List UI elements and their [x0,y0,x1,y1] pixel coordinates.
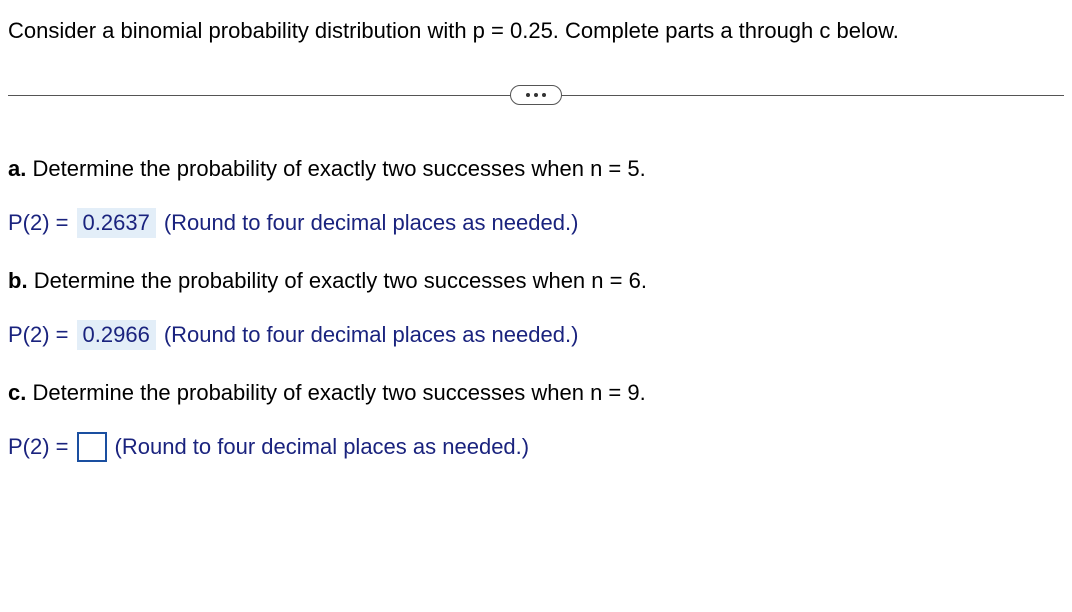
part-a-hint: (Round to four decimal places as needed.… [164,210,579,236]
more-pill-button[interactable] [510,85,562,105]
part-c-input[interactable] [77,432,107,462]
part-a-prefix: P(2) = [8,210,69,236]
part-b-prompt: b. Determine the probability of exactly … [8,268,1064,294]
part-c-prompt: c. Determine the probability of exactly … [8,380,1064,406]
part-b-hint: (Round to four decimal places as needed.… [164,322,579,348]
part-c-prefix: P(2) = [8,434,69,460]
part-c-label: c. [8,380,26,405]
part-c-answer: P(2) = (Round to four decimal places as … [8,432,1064,462]
part-b-text: Determine the probability of exactly two… [34,268,647,293]
part-a-text: Determine the probability of exactly two… [32,156,645,181]
part-b-value: 0.2966 [77,320,156,350]
part-a-answer: P(2) = 0.2637 (Round to four decimal pla… [8,208,1064,238]
ellipsis-icon [526,93,530,97]
part-a-label: a. [8,156,26,181]
part-c-hint: (Round to four decimal places as needed.… [115,434,530,460]
divider [8,84,1064,106]
part-b-answer: P(2) = 0.2966 (Round to four decimal pla… [8,320,1064,350]
part-c-text: Determine the probability of exactly two… [32,380,645,405]
problem-intro: Consider a binomial probability distribu… [8,18,1064,44]
part-a-value: 0.2637 [77,208,156,238]
part-b-prefix: P(2) = [8,322,69,348]
part-a-prompt: a. Determine the probability of exactly … [8,156,1064,182]
part-b-label: b. [8,268,28,293]
ellipsis-icon [542,93,546,97]
ellipsis-icon [534,93,538,97]
